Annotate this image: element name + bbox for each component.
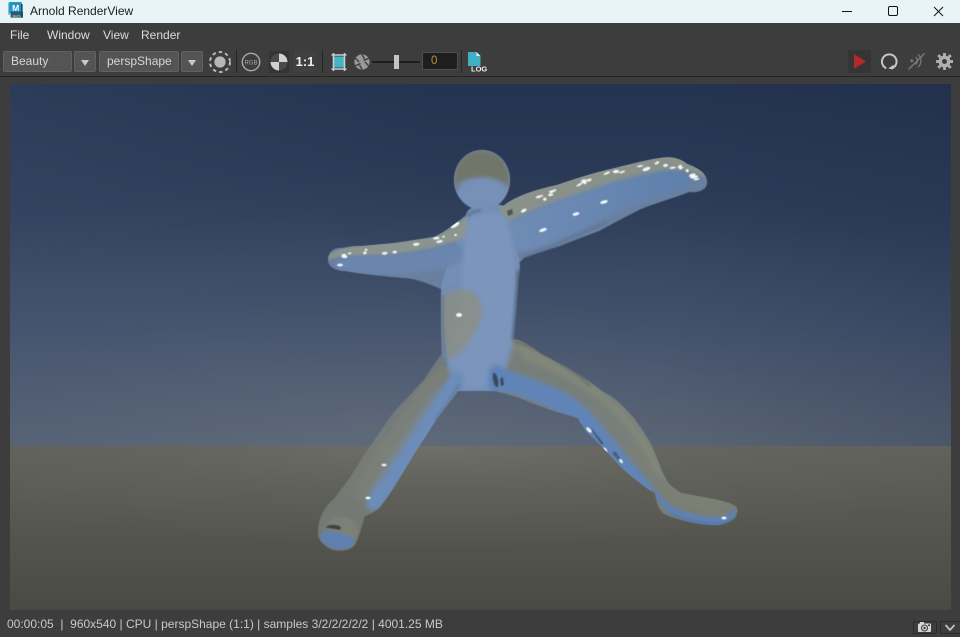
svg-text:LOG: LOG	[471, 65, 487, 74]
svg-text:MAYA: MAYA	[13, 14, 21, 18]
svg-text:RGB: RGB	[244, 61, 257, 67]
svg-text:M: M	[12, 3, 19, 13]
